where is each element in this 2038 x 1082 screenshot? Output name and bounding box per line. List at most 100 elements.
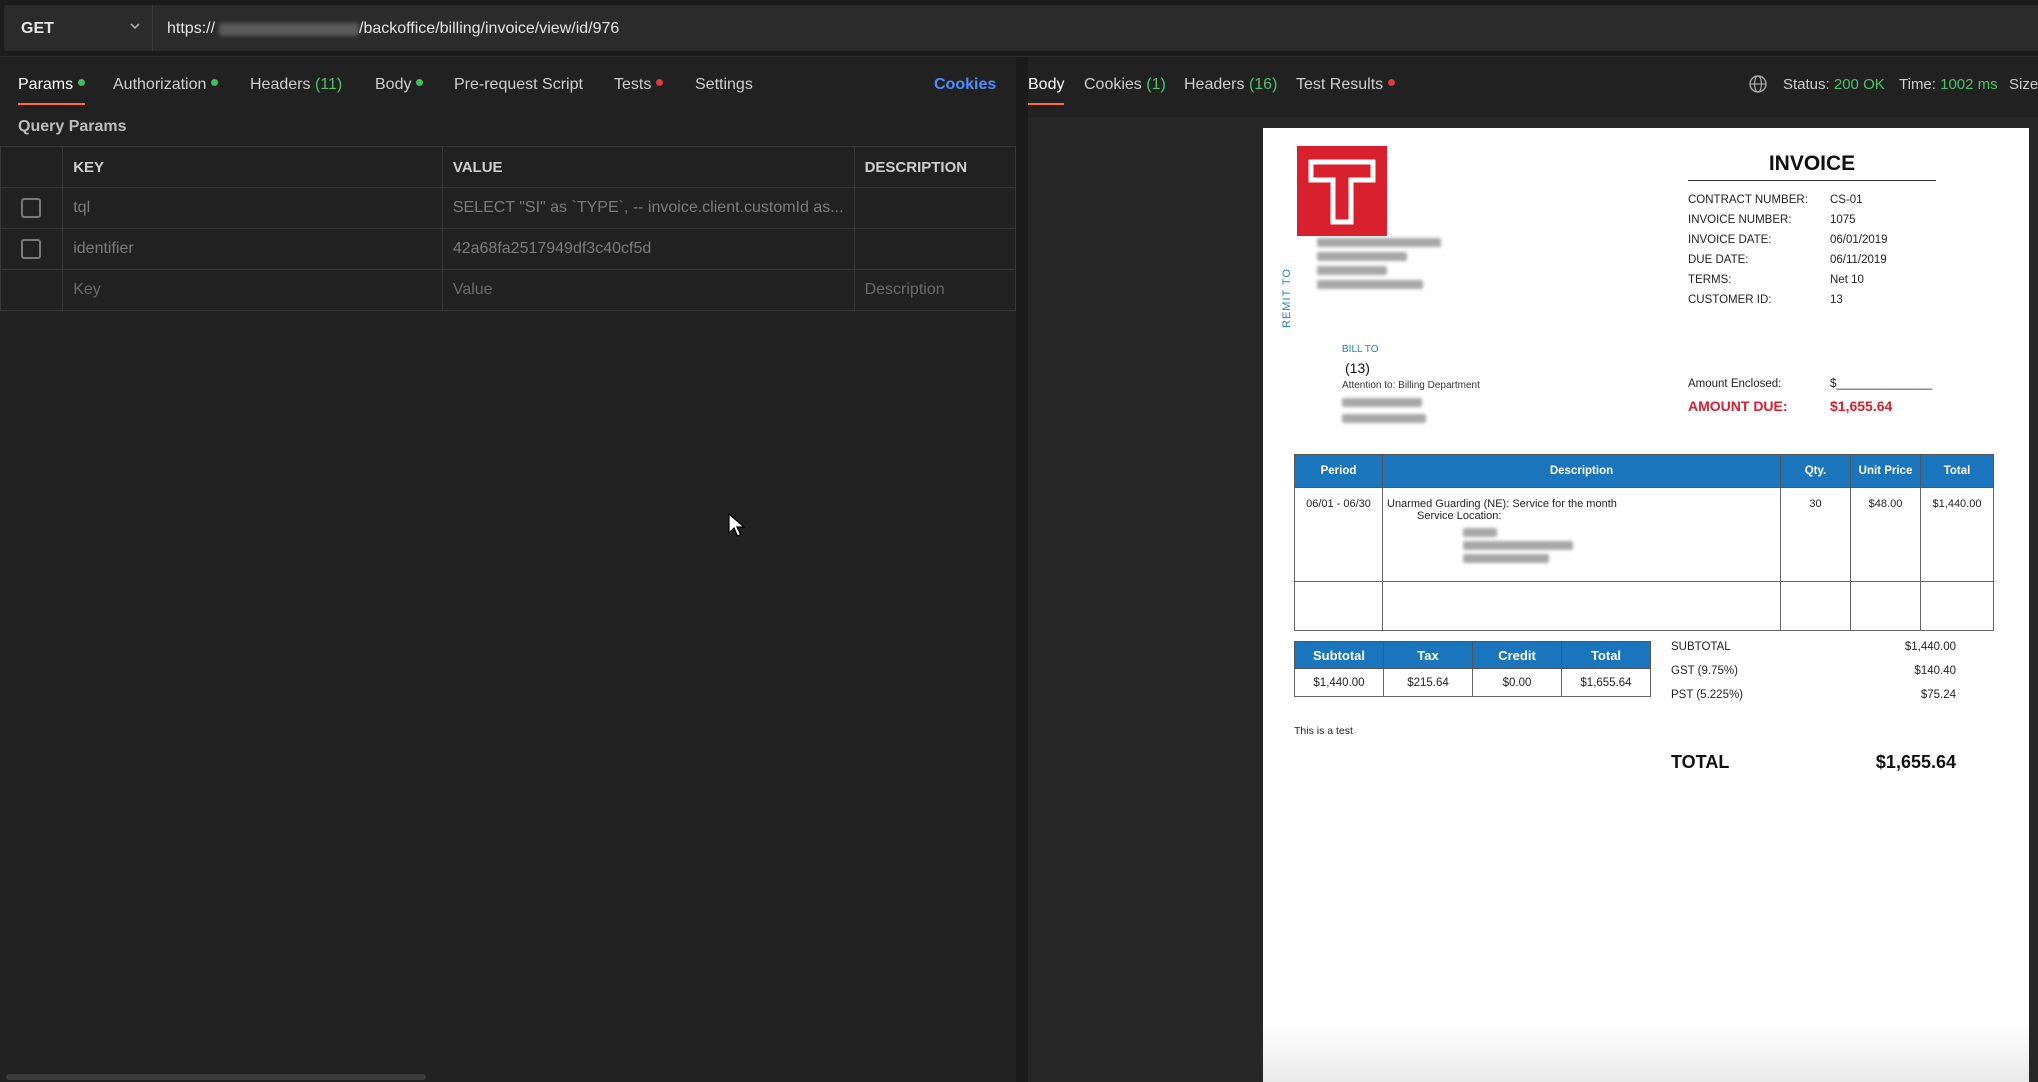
response-size[interactable]: Size [2009,76,2038,93]
tab-response-headers[interactable]: Headers (16) [1184,76,1277,94]
method-label: GET [21,20,54,37]
service-location-label: Service Location: [1417,510,1502,522]
pst-value: $75.24 [1920,689,1956,701]
amount-enclosed-value: $_______________ [1830,378,1933,390]
param-checkbox[interactable] [21,239,41,259]
new-key-input[interactable]: Key [62,269,443,311]
tab-authorization[interactable]: Authorization [113,76,219,94]
table-row: $1,440.00 $215.64 $0.00 $1,655.64 [1294,668,1651,697]
column-subtotal: Subtotal [1294,641,1384,669]
chevron-down-icon [130,23,140,30]
column-key: KEY [62,146,443,188]
redacted-text [1463,528,1497,537]
table-header-row: Period Description Qty. Unit Price Total [1294,454,1994,488]
url-input[interactable]: https:// /backoffice/billing/invoice/vie… [153,5,2038,51]
param-value[interactable]: 42a68fa2517949df3c40cf5d [441,228,855,270]
item-qty: 30 [1780,487,1851,582]
item-total: $1,440.00 [1920,487,1994,582]
summary-tax: $215.64 [1383,668,1473,697]
pane-divider[interactable] [1016,57,1028,1082]
url-bar: GET https:// /backoffice/billing/invoice… [0,0,2038,57]
tab-params[interactable]: Params [18,76,86,105]
param-value[interactable]: SELECT "SI" as `TYPE`, -- invoice.client… [441,187,855,229]
item-period: 06/01 - 06/30 [1294,487,1383,582]
tab-tests[interactable]: Tests [614,76,664,94]
param-checkbox[interactable] [21,198,41,218]
column-description: DESCRIPTION [853,146,1017,188]
pst-label: PST (5.225%) [1671,689,1744,701]
table-header-row: KEY VALUE DESCRIPTION [0,146,1017,188]
subtotal-label: SUBTOTAL [1671,641,1731,653]
field-value: 13 [1830,294,1843,306]
subtotal-value: $1,440.00 [1904,641,1956,653]
tab-pre-request-script[interactable]: Pre-request Script [454,76,583,94]
query-params-title: Query Params [18,118,127,135]
tab-headers[interactable]: Headers (11) [250,76,342,94]
cookies-link[interactable]: Cookies [934,76,996,94]
horizontal-scrollbar[interactable] [6,1074,426,1080]
tab-body[interactable]: Body [375,76,424,94]
column-unit-price: Unit Price [1850,454,1921,488]
response-status[interactable]: Status: 200 OK [1783,76,1885,93]
param-key[interactable]: identifier [62,228,443,270]
bill-to-label: BILL TO [1342,344,1379,355]
error-dot [1388,79,1396,87]
new-value-input[interactable]: Value [441,269,855,311]
table-row: identifier 42a68fa2517949df3c40cf5d [0,228,1017,270]
param-description[interactable] [853,187,1017,229]
gst-label: GST (9.75%) [1671,665,1738,677]
gst-value: $140.40 [1914,665,1956,677]
field-value: 06/01/2019 [1830,234,1888,246]
table-row: tql SELECT "SI" as `TYPE`, -- invoice.cl… [0,187,1017,229]
field-value: 06/11/2019 [1830,254,1887,266]
invoice-note: This is a test [1294,725,1353,737]
field-label: DUE DATE: [1688,254,1749,266]
status-dot [416,79,424,87]
item-description-cell: Unarmed Guarding (NE): Service for the m… [1382,487,1781,582]
invoice-summary-table: Subtotal Tax Credit Total $1,440.00 $215… [1294,641,1651,697]
redacted-text [1463,554,1549,563]
remit-to-label: REMIT TO [1281,268,1293,328]
method-select[interactable]: GET [4,5,153,51]
page-fade [1263,1022,2029,1082]
redacted-text [1317,238,1441,247]
field-value: Net 10 [1830,274,1864,286]
item-unit-price: $48.00 [1850,487,1921,582]
tab-response-cookies[interactable]: Cookies (1) [1084,76,1166,94]
invoice-title: INVOICE [1688,152,1936,181]
redacted-text [1317,266,1387,275]
invoice-items-table: Period Description Qty. Unit Price Total… [1294,454,1994,631]
column-qty: Qty. [1780,454,1851,488]
response-time[interactable]: Time: 1002 ms [1899,76,1998,93]
field-label: TERMS: [1688,274,1732,286]
param-description[interactable] [853,228,1017,270]
field-label: CUSTOMER ID: [1688,294,1772,306]
query-params-table: KEY VALUE DESCRIPTION tql SELECT "SI" as… [0,146,1017,311]
t-logo-icon [1308,159,1376,225]
tab-response-body[interactable]: Body [1028,76,1065,105]
response-preview: REMIT TO INVOICE CONTRACT NUMBER: CS-01 … [1028,117,2038,1082]
invoice-document: REMIT TO INVOICE CONTRACT NUMBER: CS-01 … [1263,128,2029,1082]
status-dot [78,79,86,87]
summary-subtotal: $1,440.00 [1294,668,1384,697]
table-row-new: Key Value Description [0,269,1017,311]
bill-to-id: (13) [1345,360,1370,376]
summary-total: $1,655.64 [1561,668,1651,697]
amount-due-label: AMOUNT DUE: [1688,398,1788,414]
param-key[interactable]: tql [62,187,443,229]
tab-test-results[interactable]: Test Results [1296,76,1396,94]
globe-icon[interactable] [1748,74,1768,94]
column-value: VALUE [441,146,855,188]
tab-settings[interactable]: Settings [695,76,753,94]
error-dot [656,79,664,87]
url-host-redacted [219,23,359,36]
summary-credit: $0.00 [1472,668,1562,697]
item-description: Unarmed Guarding (NE): Service for the m… [1387,498,1617,510]
amount-due-value: $1,655.64 [1830,398,1893,414]
field-label: CONTRACT NUMBER: [1688,194,1808,206]
request-pane: Params Authorization Headers (11) Body P… [0,57,1017,1082]
column-total: Total [1561,641,1651,669]
column-period: Period [1294,454,1383,488]
grand-total-value: $1,655.64 [1875,752,1956,772]
new-description-input[interactable]: Description [853,269,1017,311]
